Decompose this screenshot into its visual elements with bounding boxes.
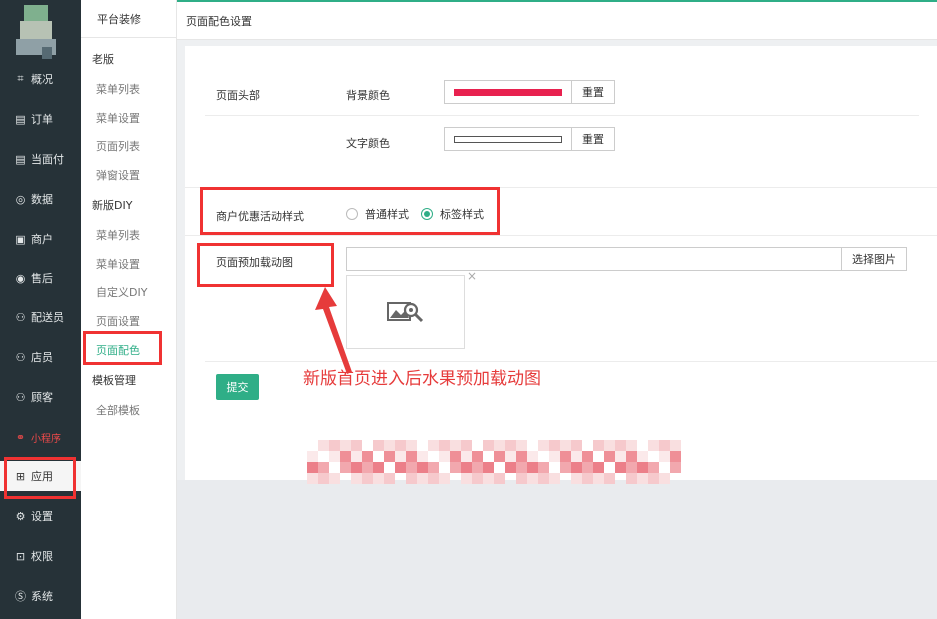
sidebar-item-13[interactable]: Ⓢ 系统 [0, 581, 81, 611]
sub-menu-group: 新版DIY [92, 199, 133, 212]
sidebar-item-5[interactable]: ◉ 售后 [0, 263, 81, 293]
merchant-icon: ▣ [15, 232, 26, 246]
sidebar-item-6[interactable]: ⚇ 配送员 [0, 302, 81, 332]
logo [14, 5, 58, 59]
miniapp-icon: ⚭ [15, 430, 26, 444]
sidebar-item-label: 权限 [31, 550, 53, 563]
settings-icon: ⚙ [15, 509, 26, 523]
text-color-picker[interactable] [444, 127, 572, 151]
sidebar-item-label: 配送员 [31, 311, 64, 324]
bg-color-label: 背景颜色 [346, 89, 390, 102]
promo-style-label: 商户优惠活动样式 [216, 210, 304, 223]
sidebar-item-label: 概况 [31, 73, 53, 86]
radio-tag-label: 标签样式 [440, 208, 484, 221]
sub-menu-item[interactable]: 页面设置 [96, 313, 140, 329]
text-color-reset-button[interactable]: 重置 [572, 127, 615, 151]
sidebar-item-9[interactable]: ⚭ 小程序 [0, 422, 81, 452]
sidebar-item-7[interactable]: ⚇ 店员 [0, 342, 81, 372]
sidebar-item-label: 顾客 [31, 391, 53, 404]
radio-normal-label: 普通样式 [365, 208, 409, 221]
pick-image-button[interactable]: 选择图片 [842, 247, 907, 271]
sidebar-item-label: 小程序 [31, 433, 61, 445]
annotation-note: 新版首页进入后水果预加载动图 [303, 369, 541, 389]
text-color-label: 文字颜色 [346, 137, 390, 150]
sub-menu-item[interactable]: 菜单列表 [96, 227, 140, 243]
thumbnail-close-icon[interactable]: × [467, 269, 477, 283]
header-section-label: 页面头部 [216, 89, 260, 102]
bg-color-picker[interactable] [444, 80, 572, 104]
sub-menu-item[interactable]: 弹窗设置 [96, 167, 140, 183]
sidebar-item-0[interactable]: ⌗ 概况 [0, 64, 81, 94]
sidebar-item-label: 商户 [31, 233, 53, 246]
sidebar-item-3[interactable]: ◎ 数据 [0, 184, 81, 214]
image-search-icon [386, 302, 423, 323]
radio-dot[interactable] [346, 208, 358, 220]
sidebar-item-label: 订单 [31, 113, 53, 126]
radio-normal-style[interactable]: 普通样式 [346, 206, 409, 222]
system-icon: Ⓢ [15, 590, 26, 603]
highlight-app-box [4, 457, 76, 499]
main-area: 页面配色设置 页面头部 背景颜色 重置 文字颜色 重置 商户优惠活动样式 普通样… [177, 0, 937, 619]
sub-menu-item[interactable]: 自定义DIY [96, 284, 147, 300]
settings-form: 页面头部 背景颜色 重置 文字颜色 重置 商户优惠活动样式 普通样式 标签样式 … [177, 40, 937, 480]
lock-icon: ⊡ [15, 549, 26, 563]
sidebar-item-label: 当面付 [31, 153, 64, 166]
submit-button[interactable]: 提交 [216, 374, 259, 400]
data-icon: ◎ [15, 192, 26, 206]
top-bar: 页面配色设置 [177, 0, 937, 40]
pay-icon: ▤ [15, 152, 26, 166]
sidebar-item-11[interactable]: ⚙ 设置 [0, 501, 81, 531]
aftersale-icon: ◉ [15, 271, 26, 285]
preload-label: 页面预加载动图 [216, 256, 293, 269]
sidebar-item-1[interactable]: ▤ 订单 [0, 104, 81, 134]
main-sidebar: ⌗ 概况 ▤ 订单 ▤ 当面付 ◎ 数据 ▣ 商户 ◉ 售后 ⚇ 配送员 ⚇ 店员 ⚇ 顾客 ⚭ 小程序 ⊞ 应用 ⚙ 设置 ⊡… [0, 0, 81, 619]
sidebar-item-label: 店员 [31, 351, 53, 364]
sub-menu: 平台装修 老版 菜单列表 菜单设置 页面列表 弹窗设置 新版DIY 菜单列表 菜单设置 自定义D… [81, 0, 177, 619]
sub-menu-title: 平台装修 [81, 0, 177, 38]
sub-menu-group: 模板管理 [92, 374, 136, 387]
overview-icon: ⌗ [17, 72, 24, 85]
sub-menu-item[interactable]: 菜单设置 [96, 256, 140, 272]
sidebar-item-12[interactable]: ⊡ 权限 [0, 541, 81, 571]
page-title: 页面配色设置 [186, 15, 252, 28]
sidebar-item-8[interactable]: ⚇ 顾客 [0, 382, 81, 412]
order-icon: ▤ [15, 112, 26, 126]
sub-menu-item[interactable]: 菜单设置 [96, 110, 140, 126]
sidebar-item-label: 系统 [31, 590, 53, 603]
sub-menu-item[interactable]: 菜单列表 [96, 81, 140, 97]
sidebar-item-2[interactable]: ▤ 当面付 [0, 144, 81, 174]
pixelated-watermark [307, 440, 697, 488]
courier-icon: ⚇ [15, 310, 26, 324]
sidebar-item-label: 设置 [31, 510, 53, 523]
clerk-icon: ⚇ [15, 350, 26, 364]
highlight-current-item-box [83, 331, 162, 365]
sidebar-item-label: 售后 [31, 272, 53, 285]
preload-image-input[interactable] [346, 247, 842, 271]
sidebar-item-4[interactable]: ▣ 商户 [0, 224, 81, 254]
bg-color-swatch [454, 89, 562, 96]
bg-color-reset-button[interactable]: 重置 [572, 80, 615, 104]
radio-dot-checked[interactable] [421, 208, 433, 220]
sidebar-item-label: 数据 [31, 193, 53, 206]
customer-icon: ⚇ [15, 390, 26, 404]
radio-tag-style[interactable]: 标签样式 [421, 206, 484, 222]
text-color-swatch [454, 136, 562, 143]
sub-menu-item[interactable]: 页面列表 [96, 138, 140, 154]
sub-menu-item[interactable]: 全部模板 [96, 402, 140, 418]
sub-menu-group: 老版 [92, 53, 114, 66]
